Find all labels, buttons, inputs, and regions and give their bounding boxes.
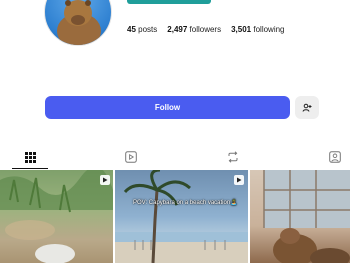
follow-button[interactable]: Follow bbox=[45, 96, 290, 119]
post-thumbnail bbox=[263, 170, 350, 263]
add-user-icon bbox=[302, 103, 312, 112]
stat-count: 45 bbox=[127, 25, 136, 34]
video-icon bbox=[125, 151, 137, 163]
profile-stats: 45 posts 2,497 followers 3,501 following bbox=[127, 25, 285, 34]
profile-avatar[interactable] bbox=[44, 0, 112, 46]
stat-following[interactable]: 3,501 following bbox=[231, 25, 284, 34]
repost-icon bbox=[228, 151, 238, 163]
stat-label: followers bbox=[189, 25, 222, 34]
suggested-users-button[interactable] bbox=[295, 96, 319, 119]
post-tile[interactable] bbox=[250, 170, 350, 263]
stat-count: 2,497 bbox=[167, 25, 188, 34]
stat-label: posts bbox=[138, 25, 158, 34]
play-icon bbox=[103, 177, 108, 183]
stat-count: 3,501 bbox=[231, 25, 252, 34]
post-caption: POV: Capybara on a beach vacation🏝️ bbox=[133, 200, 238, 206]
tab-reposts[interactable] bbox=[203, 145, 263, 169]
tab-tagged[interactable] bbox=[305, 145, 350, 169]
tagged-icon bbox=[329, 151, 341, 163]
grid-icon bbox=[24, 151, 36, 163]
post-thumbnail bbox=[0, 170, 113, 263]
posts-grid: POV: Capybara on a beach vacation🏝️ bbox=[0, 170, 350, 263]
video-badge bbox=[100, 175, 110, 185]
stat-followers[interactable]: 2,497 followers bbox=[167, 25, 221, 34]
post-tile[interactable] bbox=[0, 170, 113, 263]
stat-label: following bbox=[253, 25, 285, 34]
profile-tabs bbox=[0, 145, 350, 169]
play-icon bbox=[237, 177, 242, 183]
post-thumbnail bbox=[115, 170, 248, 263]
message-button[interactable] bbox=[127, 0, 211, 4]
stat-posts[interactable]: 45 posts bbox=[127, 25, 157, 34]
tab-reels[interactable] bbox=[101, 145, 161, 169]
video-badge bbox=[234, 175, 244, 185]
tab-posts[interactable] bbox=[0, 145, 60, 169]
post-tile[interactable]: POV: Capybara on a beach vacation🏝️ bbox=[115, 170, 248, 263]
